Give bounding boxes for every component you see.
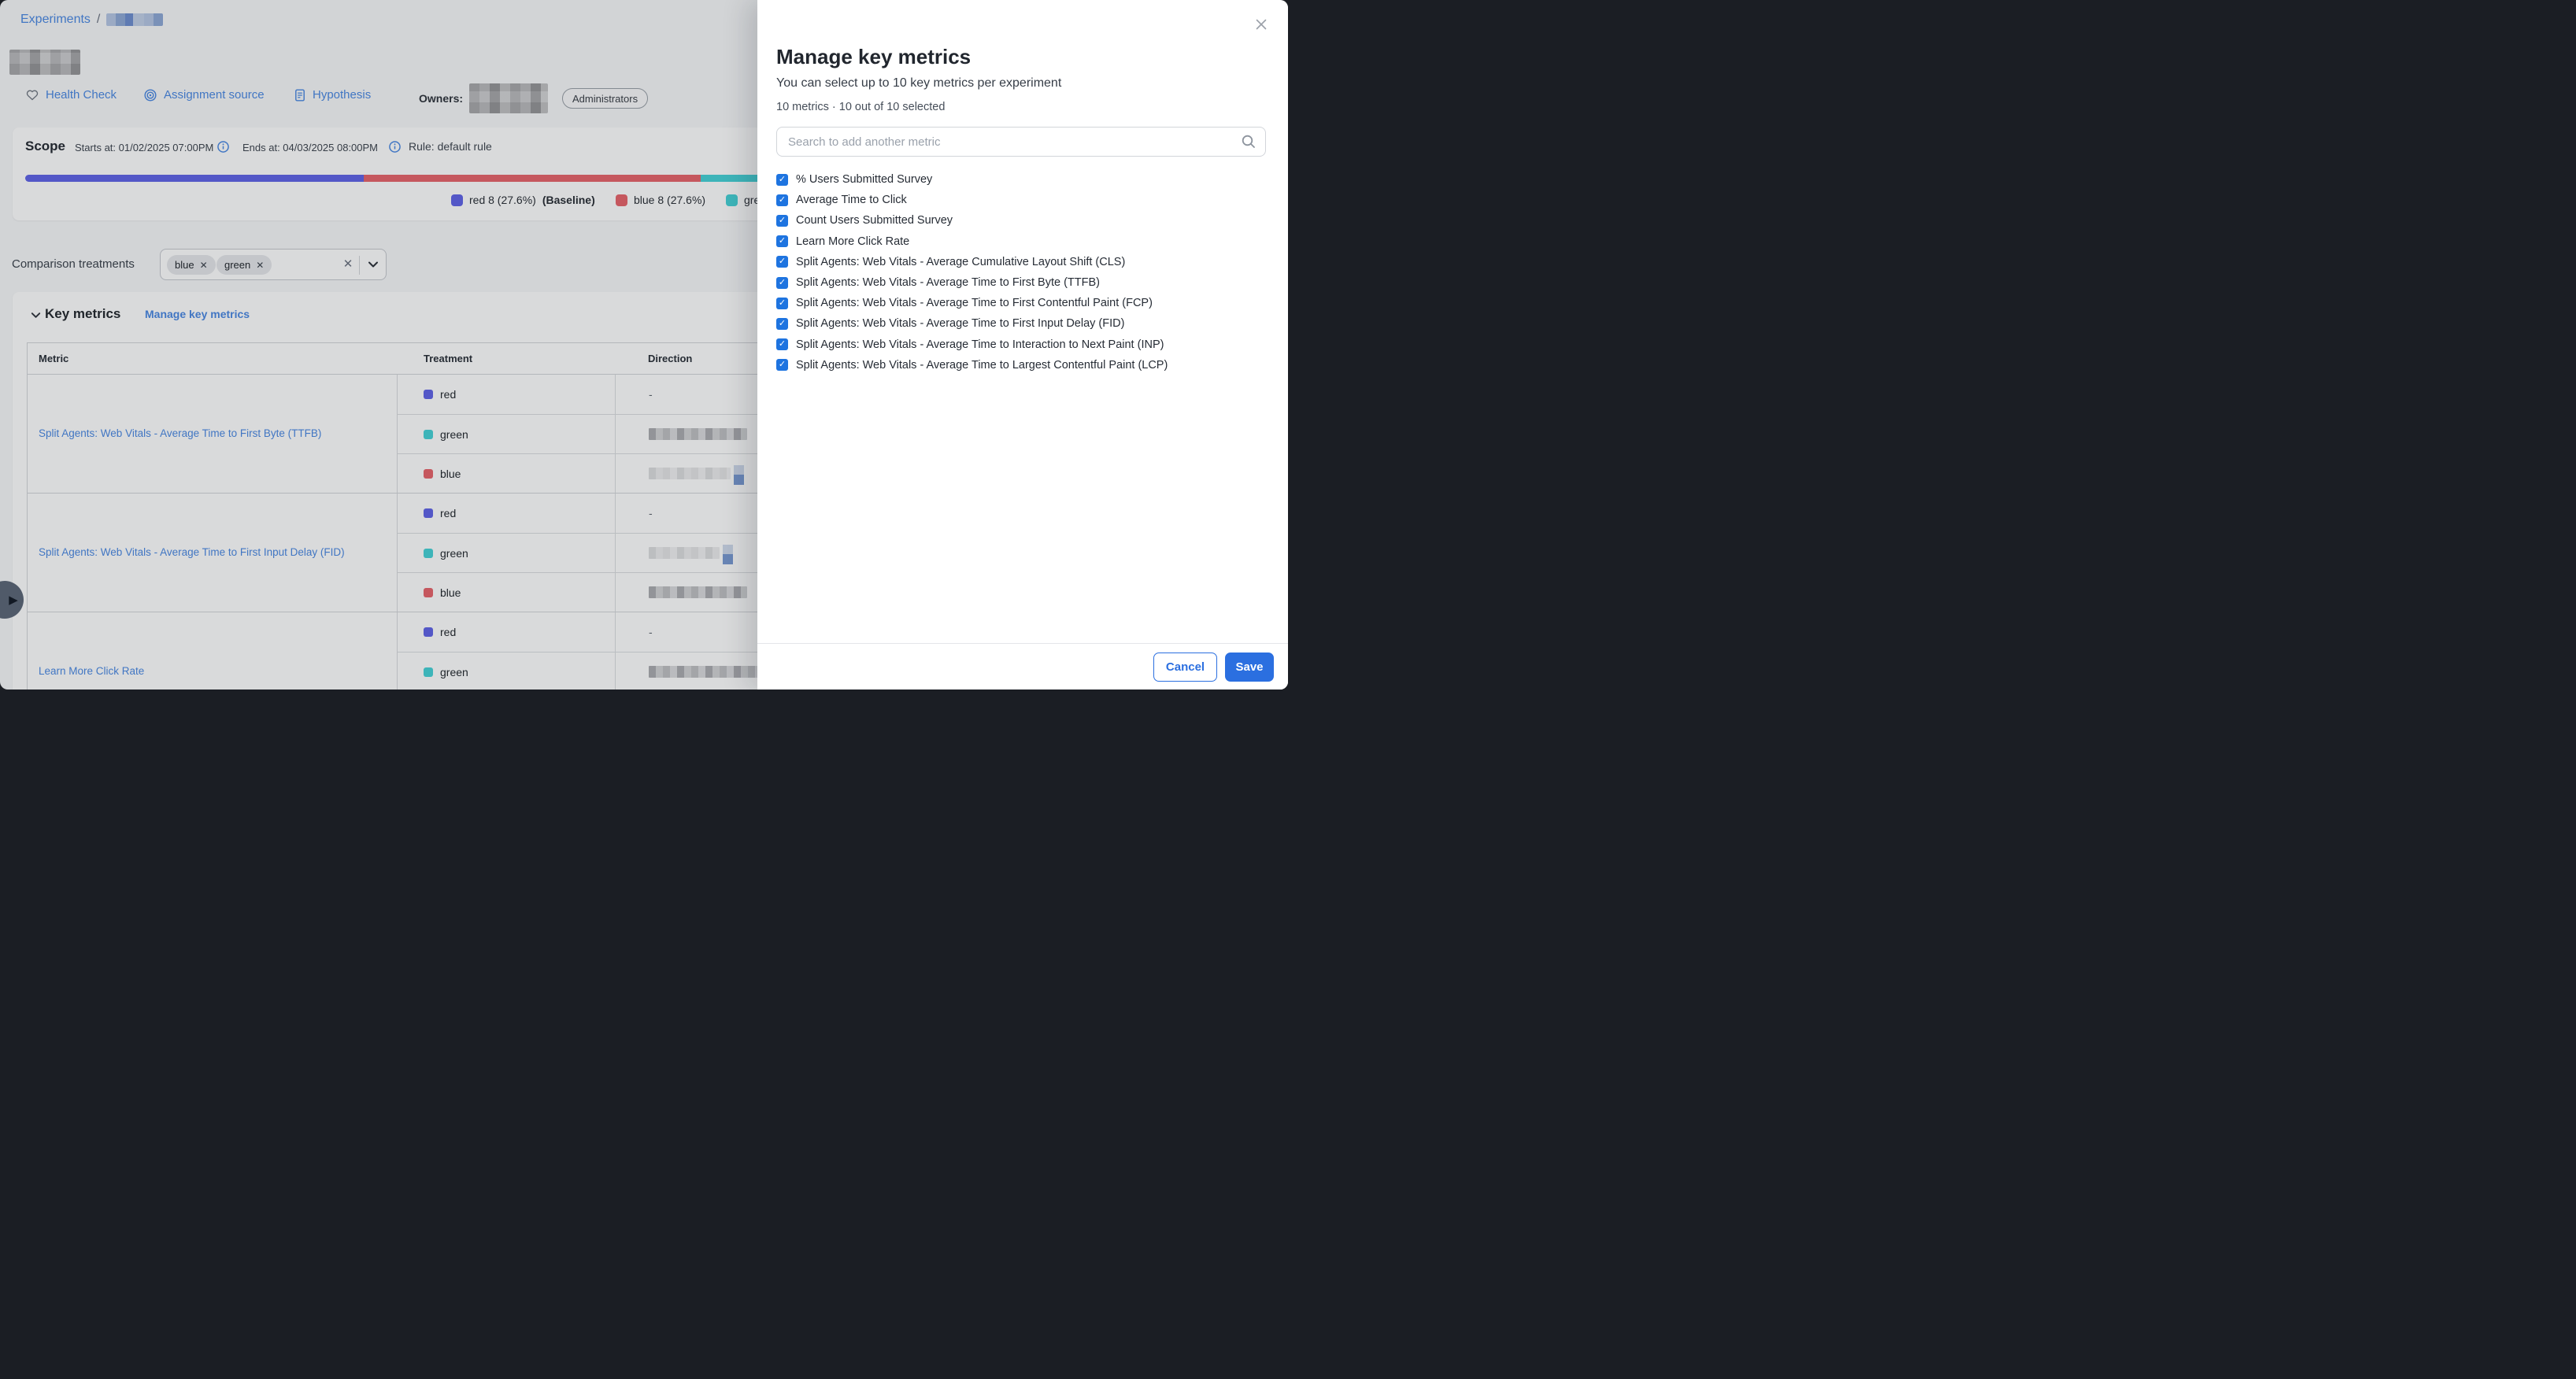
search-icon bbox=[1241, 134, 1257, 153]
search-input[interactable] bbox=[776, 127, 1266, 157]
metric-option-label: Split Agents: Web Vitals - Average Time … bbox=[796, 297, 1153, 309]
panel-footer: Cancel Save bbox=[757, 643, 1288, 690]
checkbox-checked[interactable]: ✓ bbox=[776, 298, 788, 309]
checkbox-checked[interactable]: ✓ bbox=[776, 338, 788, 350]
metric-option-label: Split Agents: Web Vitals - Average Cumul… bbox=[796, 256, 1125, 268]
cancel-button[interactable]: Cancel bbox=[1153, 653, 1217, 682]
metric-option: ✓ Count Users Submitted Survey bbox=[776, 210, 1266, 231]
metric-option-label: Split Agents: Web Vitals - Average Time … bbox=[796, 359, 1168, 372]
checkbox-checked[interactable]: ✓ bbox=[776, 194, 788, 206]
metric-option: ✓ Learn More Click Rate bbox=[776, 231, 1266, 252]
metric-option: ✓ Split Agents: Web Vitals - Average Cumu… bbox=[776, 252, 1266, 272]
metric-option: ✓ Split Agents: Web Vitals - Average Time… bbox=[776, 313, 1266, 334]
metric-option-label: Split Agents: Web Vitals - Average Time … bbox=[796, 338, 1164, 351]
checkbox-checked[interactable]: ✓ bbox=[776, 256, 788, 268]
checkbox-checked[interactable]: ✓ bbox=[776, 318, 788, 330]
metric-option: ✓ Average Time to Click bbox=[776, 190, 1266, 210]
metric-option: ✓ Split Agents: Web Vitals - Average Time… bbox=[776, 355, 1266, 375]
metric-option-label: Count Users Submitted Survey bbox=[796, 214, 953, 227]
selection-count: 10 metrics · 10 out of 10 selected bbox=[776, 99, 1266, 115]
metric-option-label: % Users Submitted Survey bbox=[796, 173, 932, 186]
metric-checkbox-list: ✓ % Users Submitted Survey ✓ Average Time … bbox=[776, 169, 1266, 375]
metric-option: ✓ Split Agents: Web Vitals - Average Time… bbox=[776, 272, 1266, 293]
close-icon[interactable] bbox=[1253, 17, 1269, 33]
checkbox-checked[interactable]: ✓ bbox=[776, 215, 788, 227]
metric-option: ✓ Split Agents: Web Vitals - Average Time… bbox=[776, 293, 1266, 313]
panel-title: Manage key metrics bbox=[776, 44, 1266, 69]
checkbox-checked[interactable]: ✓ bbox=[776, 359, 788, 371]
metric-option-label: Average Time to Click bbox=[796, 194, 907, 206]
panel-subtitle: You can select up to 10 key metrics per … bbox=[776, 75, 1266, 92]
checkbox-checked[interactable]: ✓ bbox=[776, 277, 788, 289]
manage-key-metrics-panel: Manage key metrics You can select up to … bbox=[757, 0, 1288, 690]
save-button[interactable]: Save bbox=[1225, 653, 1274, 682]
metric-option-label: Split Agents: Web Vitals - Average Time … bbox=[796, 276, 1100, 289]
app-root: Experiments / Health Check Assignment so… bbox=[0, 0, 1288, 690]
metric-search bbox=[776, 127, 1266, 157]
metric-option: ✓ % Users Submitted Survey bbox=[776, 169, 1266, 190]
checkbox-checked[interactable]: ✓ bbox=[776, 235, 788, 247]
metric-option-label: Split Agents: Web Vitals - Average Time … bbox=[796, 317, 1124, 330]
metric-option-label: Learn More Click Rate bbox=[796, 235, 909, 248]
metric-option: ✓ Split Agents: Web Vitals - Average Time… bbox=[776, 335, 1266, 355]
checkbox-checked[interactable]: ✓ bbox=[776, 174, 788, 186]
